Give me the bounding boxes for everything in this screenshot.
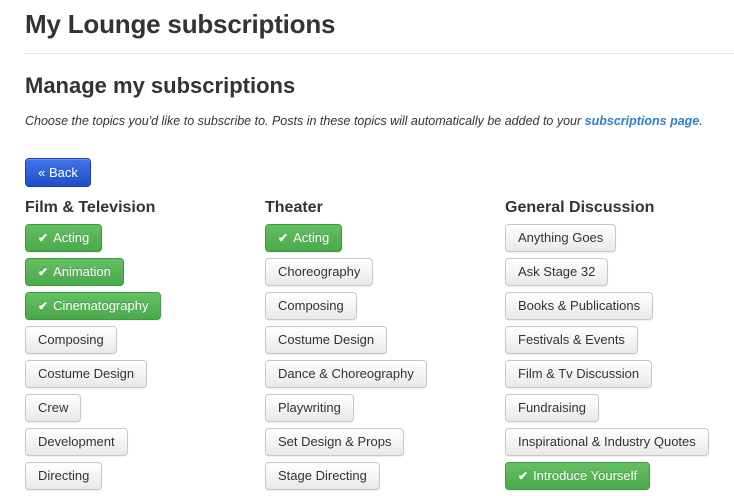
check-icon: ✔	[38, 265, 49, 279]
topic-label: Acting	[293, 230, 330, 245]
topic-toggle[interactable]: ✔Inspirational & Industry Quotes	[505, 428, 709, 456]
topic-toggle[interactable]: ✔Composing	[265, 292, 357, 320]
topic-label: Ask Stage 32	[518, 264, 596, 279]
subscriptions-page-link[interactable]: subscriptions page	[585, 114, 700, 128]
topic-label: Animation	[53, 264, 111, 279]
topic-label: Cinematography	[53, 298, 149, 313]
check-icon: ✔	[518, 469, 529, 483]
topic-label: Development	[38, 434, 115, 449]
topic-label: Set Design & Props	[278, 434, 392, 449]
topic-toggle[interactable]: ✔Fundraising	[505, 394, 599, 422]
column-title: General Discussion	[505, 199, 655, 216]
title-divider	[25, 53, 734, 54]
topic-list: ✔Anything Goes ✔Ask Stage 32 ✔Books & Pu…	[505, 224, 709, 490]
topic-toggle[interactable]: ✔Costume Design	[265, 326, 388, 354]
topic-list: ✔ Acting ✔ Animation ✔ Cinematography ✔Comp…	[25, 224, 162, 490]
intro-text: Choose the topics you'd like to subscrib…	[25, 112, 715, 130]
topic-toggle[interactable]: ✔Choreography	[265, 258, 374, 286]
topic-label: Choreography	[278, 264, 361, 279]
topic-toggle[interactable]: ✔Dance & Choreography	[265, 360, 427, 388]
check-icon: ✔	[38, 299, 49, 313]
topic-toggle[interactable]: ✔ Acting	[25, 224, 103, 252]
topic-toggle[interactable]: ✔Film & Tv Discussion	[505, 360, 653, 388]
topic-label: Costume Design	[278, 332, 375, 347]
intro-text-body: Choose the topics you'd like to subscrib…	[25, 114, 585, 128]
topic-label: Composing	[278, 298, 344, 313]
topic-toggle[interactable]: ✔Anything Goes	[505, 224, 617, 252]
topic-label: Acting	[53, 230, 90, 245]
topic-toggle[interactable]: ✔Development	[25, 428, 128, 456]
topic-label: Costume Design	[38, 366, 135, 381]
topic-label: Playwriting	[278, 400, 341, 415]
topic-label: Fundraising	[518, 400, 586, 415]
topic-label: Crew	[38, 400, 69, 415]
column-title: Theater	[265, 199, 323, 216]
topic-label: Stage Directing	[278, 468, 367, 483]
topic-toggle[interactable]: ✔Directing	[25, 462, 103, 490]
topic-toggle[interactable]: ✔Books & Publications	[505, 292, 654, 320]
column-theater: Theater ✔ Acting ✔Choreography ✔Composing…	[265, 198, 427, 496]
topic-toggle[interactable]: ✔Composing	[25, 326, 117, 354]
topic-toggle[interactable]: ✔Stage Directing	[265, 462, 380, 490]
topic-list: ✔ Acting ✔Choreography ✔Composing ✔Costum…	[265, 224, 427, 490]
page-title: My Lounge subscriptions	[25, 9, 336, 39]
topic-toggle[interactable]: ✔Ask Stage 32	[505, 258, 609, 286]
topic-toggle[interactable]: ✔Playwriting	[265, 394, 354, 422]
check-icon: ✔	[278, 231, 289, 245]
topic-toggle[interactable]: ✔Costume Design	[25, 360, 148, 388]
intro-text-end: .	[699, 114, 703, 128]
section-title: Manage my subscriptions	[25, 73, 296, 98]
topic-label: Composing	[38, 332, 104, 347]
topic-label: Anything Goes	[518, 230, 604, 245]
topic-toggle[interactable]: ✔ Animation	[25, 258, 124, 286]
topic-label: Film & Tv Discussion	[518, 366, 640, 381]
topic-toggle[interactable]: ✔ Cinematography	[25, 292, 162, 320]
column-film-television: Film & Television ✔ Acting ✔ Animation ✔ Ci…	[25, 198, 162, 496]
topic-label: Inspirational & Industry Quotes	[518, 434, 696, 449]
topic-toggle[interactable]: ✔Set Design & Props	[265, 428, 405, 456]
topic-toggle[interactable]: ✔ Introduce Yourself	[505, 462, 651, 490]
topic-label: Dance & Choreography	[278, 366, 414, 381]
topic-toggle[interactable]: ✔Crew	[25, 394, 82, 422]
topic-label: Directing	[38, 468, 90, 483]
check-icon: ✔	[38, 231, 49, 245]
topic-label: Introduce Yourself	[533, 468, 638, 483]
topic-label: Books & Publications	[518, 298, 641, 313]
topic-toggle[interactable]: ✔Festivals & Events	[505, 326, 638, 354]
topic-toggle[interactable]: ✔ Acting	[265, 224, 343, 252]
topic-label: Festivals & Events	[518, 332, 625, 347]
back-button[interactable]: « Back	[25, 158, 91, 187]
column-title: Film & Television	[25, 199, 156, 216]
column-general-discussion: General Discussion ✔Anything Goes ✔Ask S…	[505, 198, 709, 496]
